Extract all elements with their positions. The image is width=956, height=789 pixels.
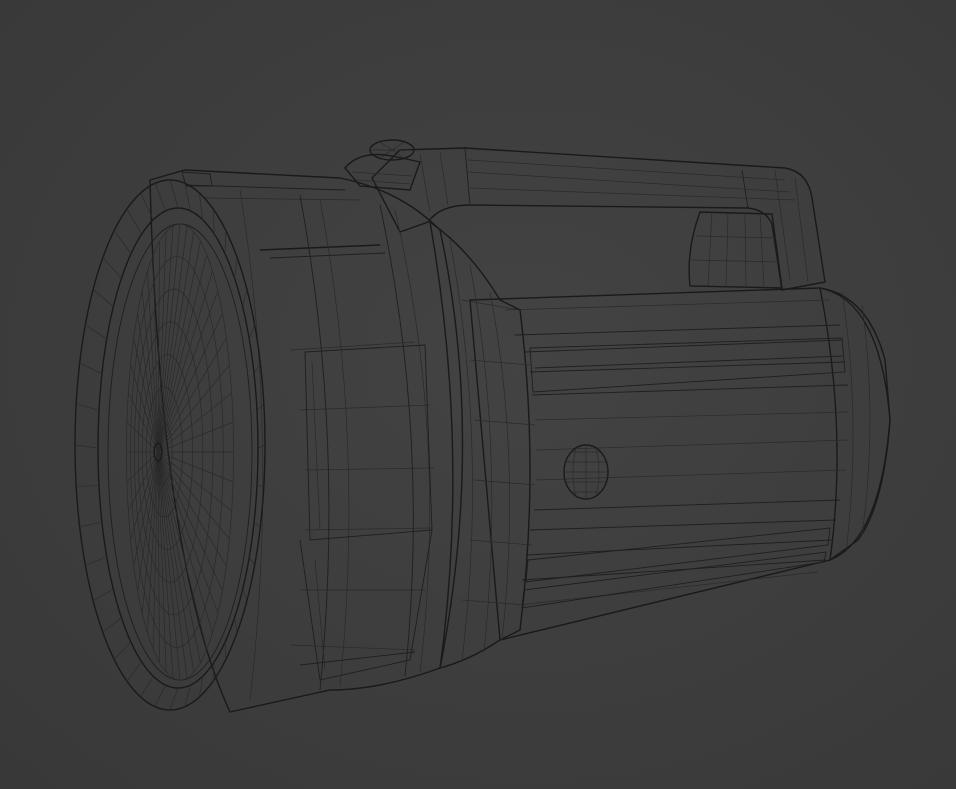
bezel-segment bbox=[92, 588, 114, 602]
bezel-segment bbox=[234, 617, 238, 633]
side-knob bbox=[563, 444, 609, 500]
bezel-segment bbox=[154, 183, 166, 212]
bezel-segment bbox=[212, 208, 215, 235]
bezel-segment bbox=[92, 288, 114, 308]
flashlight-model bbox=[74, 139, 891, 713]
bezel-segment bbox=[102, 617, 122, 633]
bezel-segment bbox=[169, 687, 179, 711]
bezel-segment bbox=[85, 324, 107, 340]
bezel-segment bbox=[126, 661, 142, 682]
lens-spoke bbox=[157, 271, 213, 453]
lens-face bbox=[74, 179, 266, 711]
bezel-segment bbox=[256, 403, 265, 411]
bezel-segment bbox=[154, 684, 166, 707]
bezel-segment bbox=[184, 183, 191, 212]
head-cylinder bbox=[149, 169, 464, 713]
handle bbox=[344, 139, 826, 291]
body-cylinder bbox=[469, 287, 891, 641]
bezel-segment bbox=[79, 362, 103, 375]
bezel-segment bbox=[199, 192, 204, 220]
bezel-segment bbox=[234, 257, 238, 279]
lens-spoke bbox=[157, 451, 213, 633]
bezel-segment bbox=[74, 444, 99, 449]
bezel-segment bbox=[242, 588, 248, 601]
bezel-segment bbox=[113, 641, 132, 660]
bezel-segment bbox=[140, 676, 154, 698]
bezel-segment bbox=[242, 289, 248, 308]
bezel-segment bbox=[224, 642, 227, 660]
lens-spoke bbox=[157, 451, 234, 483]
bezel-segment bbox=[224, 230, 227, 254]
bezel-segment bbox=[184, 684, 191, 707]
bezel-segment bbox=[102, 257, 122, 279]
bezel-segment bbox=[113, 230, 132, 255]
3d-viewport[interactable] bbox=[0, 0, 956, 789]
bezel-segment bbox=[126, 208, 142, 235]
bezel-segment bbox=[257, 444, 266, 449]
bezel-segment bbox=[253, 521, 261, 528]
bezel-segment bbox=[169, 179, 179, 209]
lens-spoke bbox=[157, 421, 234, 453]
bezel-segment bbox=[76, 403, 100, 411]
bezel-segment bbox=[79, 521, 102, 528]
bezel-segment bbox=[85, 556, 107, 566]
bezel-segment bbox=[248, 324, 255, 340]
bezel-segment bbox=[248, 556, 255, 566]
bezel-segment bbox=[76, 485, 99, 487]
